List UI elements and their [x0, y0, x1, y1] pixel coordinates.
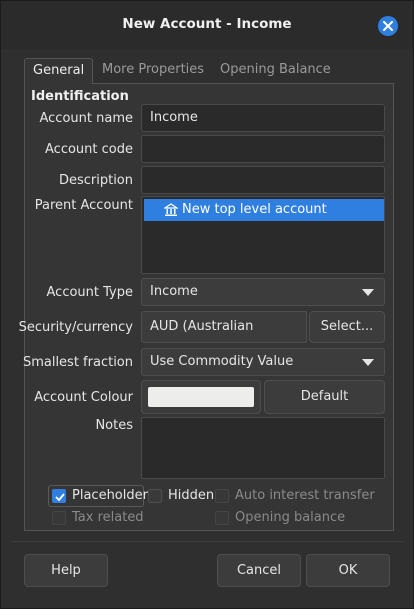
- tab-bar: General More Properties Opening Balance: [24, 58, 394, 84]
- help-button[interactable]: Help: [24, 554, 108, 587]
- security-currency-label: Security/currency: [18, 320, 133, 335]
- tab-more-properties[interactable]: More Properties: [94, 58, 212, 84]
- chevron-down-icon: [362, 289, 374, 296]
- tab-general[interactable]: General: [24, 58, 94, 84]
- auto-interest-transfer-label: Auto interest transfer: [235, 488, 375, 503]
- close-icon: [383, 21, 393, 31]
- parent-account-item-label: New top level account: [182, 202, 327, 217]
- new-account-dialog: New Account - Income General More Proper…: [0, 0, 414, 609]
- select-currency-button[interactable]: Select...: [309, 311, 385, 343]
- notes-label: Notes: [95, 418, 133, 433]
- tab-opening-balance[interactable]: Opening Balance: [212, 58, 339, 84]
- hidden-label: Hidden: [168, 488, 215, 503]
- account-colour-button[interactable]: [141, 380, 261, 414]
- account-name-label: Account name: [39, 111, 134, 126]
- opening-balance-label: Opening balance: [235, 510, 346, 525]
- checkbox-icon: [215, 511, 229, 525]
- smallest-fraction-label: Smallest fraction: [22, 355, 133, 370]
- parent-account-label: Parent Account: [34, 198, 133, 213]
- window-title: New Account - Income: [122, 16, 292, 32]
- account-colour-label: Account Colour: [34, 390, 133, 405]
- close-button[interactable]: [378, 16, 398, 36]
- divider: [11, 541, 403, 542]
- description-field[interactable]: [141, 166, 385, 194]
- smallest-fraction-value: Use Commodity Value: [150, 354, 294, 369]
- notes-textarea[interactable]: [141, 417, 385, 479]
- chevron-down-icon: [362, 359, 374, 366]
- security-currency-field[interactable]: AUD (Australian Dollar): [141, 311, 307, 364]
- checkbox-checked-icon: [52, 489, 66, 503]
- parent-account-list[interactable]: New top level account: [141, 196, 385, 274]
- checkbox-icon: [148, 489, 162, 503]
- colour-swatch: [148, 387, 254, 407]
- title-bar[interactable]: New Account - Income: [1, 1, 413, 49]
- cancel-button[interactable]: Cancel: [217, 554, 301, 587]
- account-type-dropdown[interactable]: Income: [141, 278, 385, 306]
- account-type-value: Income: [150, 284, 198, 299]
- bank-icon: [164, 203, 178, 216]
- account-type-label: Account Type: [46, 285, 133, 300]
- identification-heading: Identification: [31, 89, 129, 104]
- checkbox-icon: [215, 489, 229, 503]
- checkbox-icon: [52, 511, 66, 525]
- tax-related-label: Tax related: [72, 510, 144, 525]
- account-code-label: Account code: [45, 142, 133, 157]
- ok-button[interactable]: OK: [306, 554, 390, 587]
- account-code-field[interactable]: [141, 135, 385, 163]
- account-name-field[interactable]: Income: [141, 104, 385, 132]
- default-colour-button[interactable]: Default: [264, 380, 385, 414]
- description-label: Description: [58, 173, 133, 188]
- placeholder-label: Placeholder: [72, 488, 148, 503]
- list-item[interactable]: New top level account: [144, 199, 384, 221]
- smallest-fraction-dropdown[interactable]: Use Commodity Value: [141, 348, 385, 376]
